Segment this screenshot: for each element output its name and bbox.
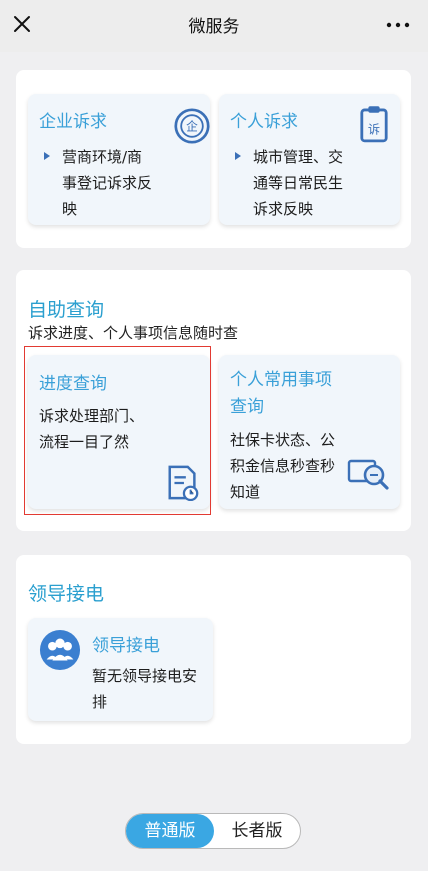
card-search-icon — [347, 459, 389, 490]
clipboard-icon: 诉 — [360, 106, 388, 143]
enterprise-complaint-card[interactable]: 企业诉求 企 营商环境/商 事登记诉求反 映 — [28, 94, 210, 225]
highlight-box — [24, 346, 211, 515]
personal-items-query-card[interactable]: 个人常用事项 查询 社保卡状态、公 积金信息秒查秒 知道 — [219, 355, 400, 509]
desc-line: 事登记诉求反 — [62, 174, 153, 192]
desc-line: 映 — [62, 200, 78, 218]
desc-line: 通等日常民生 — [253, 174, 344, 192]
clipboard-glyph: 诉 — [368, 122, 380, 136]
complaints-panel: 企业诉求 企 营商环境/商 事登记诉求反 映 个人诉求 诉 城市管理、交 通等日… — [16, 70, 411, 248]
leader-card-title: 领导接电 — [92, 636, 160, 656]
desc-line: 排 — [92, 693, 108, 711]
bullet-icon — [235, 152, 241, 160]
leader-section-title: 领导接电 — [28, 583, 105, 605]
normal-mode-button[interactable]: 普通版 — [126, 814, 214, 848]
enterprise-badge-icon: 企 — [174, 108, 210, 144]
personal-complaint-title: 个人诉求 — [230, 112, 298, 132]
desc-line: 诉求反映 — [253, 200, 314, 218]
desc-line: 城市管理、交 — [253, 148, 344, 166]
elder-mode-button[interactable]: 长者版 — [214, 814, 300, 848]
mode-toggle: 普通版 长者版 — [125, 813, 301, 849]
enterprise-badge-glyph: 企 — [186, 120, 198, 134]
personal-complaint-card[interactable]: 个人诉求 诉 城市管理、交 通等日常民生 诉求反映 — [219, 94, 400, 225]
leader-card-desc: 暂无领导接电安 排 — [92, 663, 197, 715]
desc-line: 社保卡状态、公 — [230, 431, 336, 449]
enterprise-complaint-desc: 营商环境/商 事登记诉求反 映 — [62, 144, 152, 222]
personal-complaint-desc: 城市管理、交 通等日常民生 诉求反映 — [253, 144, 343, 222]
desc-line: 知道 — [230, 483, 261, 501]
personal-items-query-title: 个人常用事项 查询 — [230, 367, 332, 421]
more-icon[interactable] — [386, 22, 410, 28]
leader-panel: 领导接电 领导接电 暂无领导接电安 排 — [16, 555, 411, 744]
bullet-icon — [44, 152, 50, 160]
desc-line: 营商环境/商 — [62, 148, 143, 166]
desc-line: 暂无领导接电安 — [92, 667, 198, 685]
desc-line: 积金信息秒查秒 — [230, 457, 336, 475]
self-query-subtitle: 诉求进度、个人事项信息随时查 — [28, 324, 239, 342]
page-title: 微服务 — [188, 17, 240, 37]
title-line: 查询 — [230, 397, 264, 417]
self-query-title: 自助查询 — [28, 299, 105, 321]
top-bar: 微服务 — [0, 0, 428, 52]
leader-card[interactable]: 领导接电 暂无领导接电安 排 — [28, 618, 213, 721]
title-line: 个人常用事项 — [230, 370, 332, 390]
enterprise-complaint-title: 企业诉求 — [39, 112, 107, 132]
group-people-icon — [39, 629, 81, 671]
personal-items-query-desc: 社保卡状态、公 积金信息秒查秒 知道 — [230, 427, 335, 505]
